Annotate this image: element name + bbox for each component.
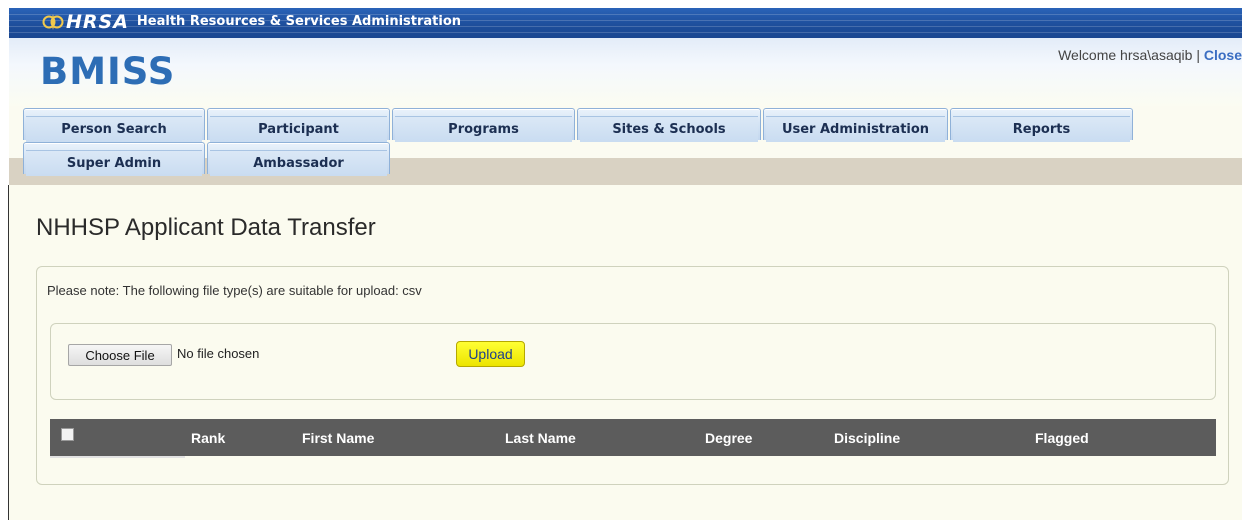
tab-programs[interactable]: Programs: [392, 108, 575, 142]
welcome-area: Welcome hrsa\asaqib | Close: [1058, 47, 1242, 63]
grid-divider: [50, 456, 185, 458]
upload-button[interactable]: Upload: [456, 341, 525, 367]
main-content: NHHSP Applicant Data Transfer Please not…: [9, 185, 1242, 520]
tab-label: Reports: [953, 116, 1130, 142]
tab-ambassador[interactable]: Ambassador: [207, 142, 390, 176]
select-all-checkbox[interactable]: [61, 428, 74, 441]
app-window: HRSA Health Resources & Services Adminis…: [0, 0, 1255, 520]
agency-name: Health Resources & Services Administrati…: [136, 14, 462, 29]
hrsa-logo[interactable]: HRSA Health Resources & Services Adminis…: [41, 11, 461, 33]
tab-user-administration[interactable]: User Administration: [763, 108, 948, 142]
tab-person-search[interactable]: Person Search: [23, 108, 205, 142]
column-header-flagged[interactable]: Flagged: [1035, 430, 1089, 446]
tab-label: Person Search: [26, 116, 202, 142]
tab-participant[interactable]: Participant: [207, 108, 390, 142]
tab-label: Super Admin: [26, 150, 202, 176]
tab-label: Sites & Schools: [580, 116, 758, 142]
grid-header: Rank First Name Last Name Degree Discipl…: [50, 419, 1216, 456]
agency-banner: HRSA Health Resources & Services Adminis…: [9, 8, 1242, 38]
welcome-separator: |: [1196, 47, 1200, 63]
tab-label: Programs: [395, 116, 572, 142]
column-header-discipline[interactable]: Discipline: [834, 430, 900, 446]
close-link[interactable]: Close: [1204, 47, 1242, 63]
tab-reports[interactable]: Reports: [950, 108, 1133, 142]
column-header-first-name[interactable]: First Name: [302, 430, 374, 446]
upload-panel: Choose File No file chosen Upload: [50, 323, 1216, 400]
app-title: BMISS: [40, 50, 176, 93]
column-header-last-name[interactable]: Last Name: [505, 430, 576, 446]
hrsa-wordmark: HRSA: [66, 11, 129, 33]
tab-label: Ambassador: [210, 150, 387, 176]
page-title: NHHSP Applicant Data Transfer: [36, 214, 376, 241]
hrsa-emblem-icon: [42, 14, 64, 30]
selected-file-status: No file chosen: [177, 346, 260, 361]
tab-bar: Person Search Participant Programs Sites…: [9, 106, 1242, 185]
tab-label: Participant: [210, 116, 387, 142]
column-header-rank[interactable]: Rank: [191, 430, 225, 446]
column-header-degree[interactable]: Degree: [705, 430, 752, 446]
transfer-panel: Please note: The following file type(s) …: [36, 266, 1229, 485]
tab-super-admin[interactable]: Super Admin: [23, 142, 205, 176]
tab-label: User Administration: [766, 116, 945, 142]
choose-file-button[interactable]: Choose File: [68, 344, 172, 366]
file-type-note: Please note: The following file type(s) …: [47, 283, 422, 298]
welcome-text: Welcome hrsa\asaqib: [1058, 47, 1193, 63]
app-header: BMISS Welcome hrsa\asaqib | Close: [9, 38, 1242, 106]
tab-sites-schools[interactable]: Sites & Schools: [577, 108, 761, 142]
